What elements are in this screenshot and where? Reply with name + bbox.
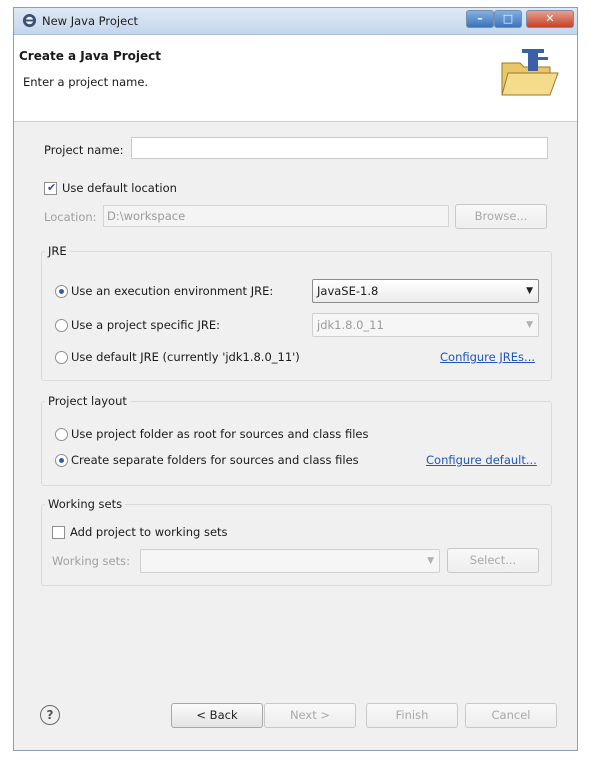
working-sets-group [41, 504, 552, 586]
default-jre-radio[interactable] [55, 351, 68, 364]
wizard-header: Create a Java Project Enter a project na… [14, 35, 577, 122]
close-button[interactable]: ✕ [526, 10, 574, 28]
finish-button[interactable]: Finish [366, 703, 458, 728]
layout-separate-radio[interactable] [55, 454, 68, 467]
execution-env-value: JavaSE-1.8 [317, 284, 379, 298]
default-jre-label: Use default JRE (currently 'jdk1.8.0_11'… [71, 350, 300, 364]
checkmark-icon: ✔ [47, 181, 57, 194]
dropdown-arrow-icon: ▼ [526, 286, 533, 296]
minimize-button[interactable]: – [466, 10, 494, 28]
working-sets-select[interactable]: ▼ [140, 549, 440, 573]
dropdown-arrow-icon: ▼ [526, 320, 533, 330]
execution-env-radio[interactable] [55, 285, 68, 298]
execution-env-label: Use an execution environment JRE: [71, 284, 274, 298]
default-location-checkbox[interactable]: ✔ [44, 181, 57, 195]
window-title: New Java Project [42, 14, 139, 28]
specific-jre-radio[interactable] [55, 319, 68, 332]
project-layout-title: Project layout [45, 394, 130, 408]
working-sets-title: Working sets [45, 497, 126, 511]
eclipse-icon [22, 13, 37, 28]
title-bar: New Java Project – □ ✕ [14, 8, 577, 35]
project-name-label: Project name: [44, 143, 124, 157]
layout-separate-label: Create separate folders for sources and … [71, 453, 359, 467]
add-working-sets-label: Add project to working sets [70, 525, 228, 539]
add-working-sets-checkbox[interactable] [52, 526, 65, 539]
layout-root-label: Use project folder as root for sources a… [71, 427, 369, 441]
configure-jres-link[interactable]: Configure JREs... [440, 350, 535, 364]
location-label: Location: [44, 210, 97, 224]
maximize-button[interactable]: □ [494, 10, 522, 28]
back-button[interactable]: < Back [171, 703, 263, 728]
specific-jre-value: jdk1.8.0_11 [317, 318, 384, 332]
project-layout-group [41, 401, 552, 486]
help-icon[interactable]: ? [40, 705, 60, 725]
browse-button[interactable]: Browse... [455, 204, 547, 229]
working-sets-label: Working sets: [52, 554, 131, 568]
location-input[interactable]: D:\workspace [103, 205, 449, 227]
cancel-button[interactable]: Cancel [465, 703, 557, 728]
project-name-input[interactable] [131, 137, 548, 159]
default-location-label: Use default location [62, 181, 177, 195]
java-folder-icon [501, 49, 559, 96]
execution-env-select[interactable]: JavaSE-1.8 ▼ [312, 279, 539, 303]
new-java-project-window: New Java Project – □ ✕ Create a Java Pro… [13, 7, 578, 751]
page-subtitle: Enter a project name. [23, 75, 149, 89]
next-button[interactable]: Next > [264, 703, 356, 728]
specific-jre-label: Use a project specific JRE: [71, 318, 221, 332]
page-title: Create a Java Project [19, 49, 162, 63]
specific-jre-select[interactable]: jdk1.8.0_11 ▼ [312, 313, 539, 337]
dropdown-arrow-icon: ▼ [427, 556, 434, 566]
configure-default-link[interactable]: Configure default... [426, 453, 537, 467]
layout-root-radio[interactable] [55, 428, 68, 441]
select-working-sets-button[interactable]: Select... [447, 548, 539, 573]
jre-group-title: JRE [45, 244, 70, 258]
